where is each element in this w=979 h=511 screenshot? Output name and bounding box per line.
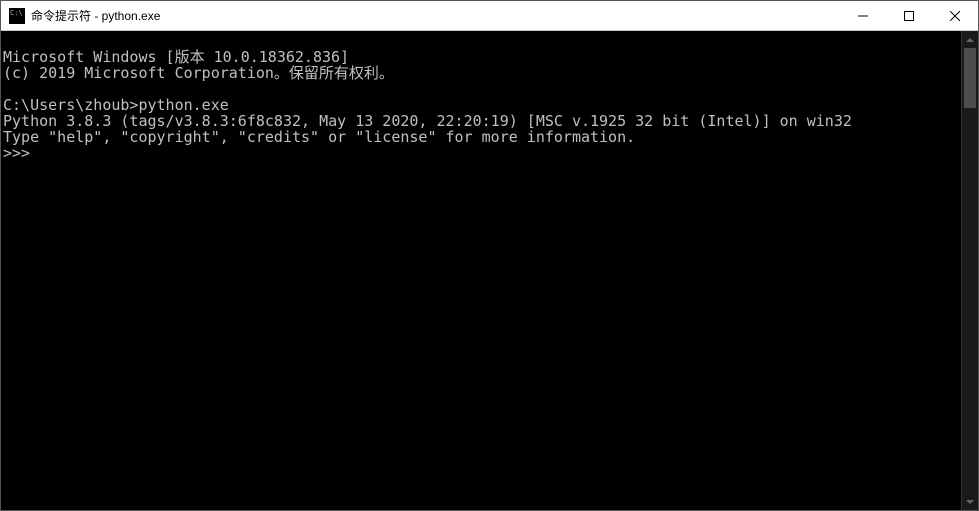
close-icon: [950, 11, 960, 21]
console-prompt: >>>: [3, 144, 30, 162]
console-line: Type "help", "copyright", "credits" or "…: [3, 128, 635, 146]
cmd-icon: [9, 8, 25, 24]
maximize-icon: [904, 11, 914, 21]
scrollbar-thumb[interactable]: [964, 48, 976, 108]
close-button[interactable]: [932, 1, 978, 30]
maximize-button[interactable]: [886, 1, 932, 30]
chevron-down-icon: [966, 498, 974, 506]
console-line: (c) 2019 Microsoft Corporation。保留所有权利。: [3, 64, 394, 82]
minimize-icon: [858, 11, 868, 21]
vertical-scrollbar[interactable]: [961, 31, 978, 510]
console-content[interactable]: Microsoft Windows [版本 10.0.18362.836] (c…: [1, 31, 961, 510]
window-controls: [840, 1, 978, 30]
console-area: Microsoft Windows [版本 10.0.18362.836] (c…: [1, 31, 978, 510]
scrollbar-up-button[interactable]: [962, 31, 978, 48]
scrollbar-down-button[interactable]: [962, 493, 978, 510]
window-titlebar: 命令提示符 - python.exe: [1, 1, 978, 31]
chevron-up-icon: [966, 36, 974, 44]
minimize-button[interactable]: [840, 1, 886, 30]
window-title: 命令提示符 - python.exe: [31, 7, 840, 24]
